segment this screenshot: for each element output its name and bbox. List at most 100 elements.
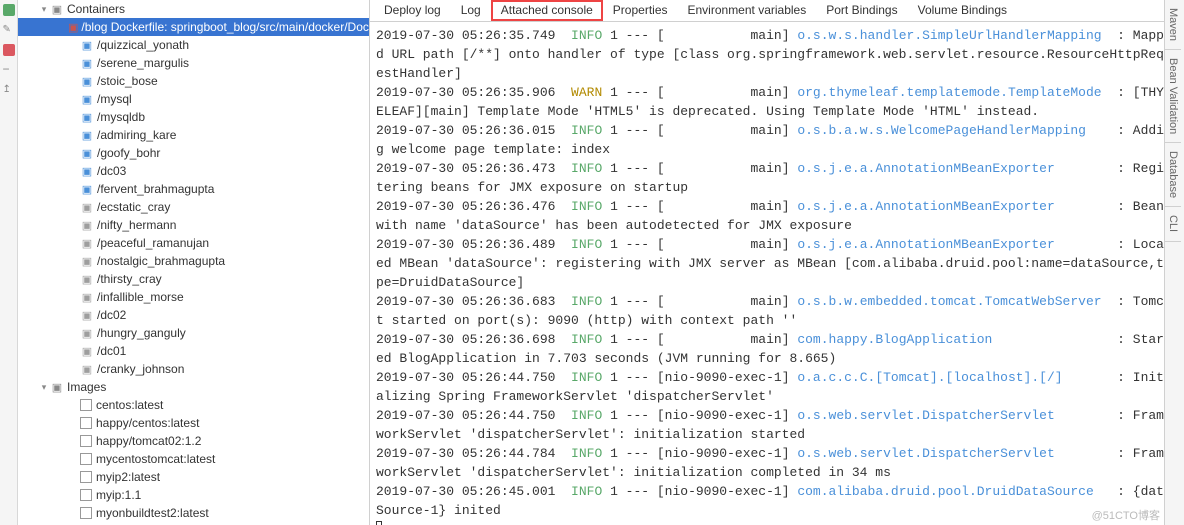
image-name: mycentostomcat:latest (96, 452, 215, 466)
up-icon[interactable]: ↥ (3, 84, 15, 96)
checkbox[interactable] (80, 417, 92, 429)
tab-deploy-log[interactable]: Deploy log (374, 0, 451, 21)
container-item[interactable]: ▣/nifty_hermann (18, 216, 369, 234)
container-icon: ▣ (80, 236, 94, 250)
container-icon: ▣ (80, 326, 94, 340)
container-item[interactable]: ▣/dc02 (18, 306, 369, 324)
image-item[interactable]: myip:1.1 (18, 486, 369, 504)
container-item[interactable]: ▣/nostalgic_brahmagupta (18, 252, 369, 270)
container-item[interactable]: ▣/cranky_johnson (18, 360, 369, 378)
container-icon: ▣ (80, 308, 94, 322)
tool-tab-maven[interactable]: Maven (1165, 0, 1181, 50)
run-icon[interactable] (3, 4, 15, 16)
container-icon: ▣ (80, 74, 94, 88)
container-item[interactable]: ▣/fervent_brahmagupta (18, 180, 369, 198)
container-item[interactable]: ▣/infallible_morse (18, 288, 369, 306)
tab-environment-variables[interactable]: Environment variables (678, 0, 817, 21)
tool-tab-database[interactable]: Database (1165, 143, 1181, 207)
container-name: /infallible_morse (97, 290, 184, 304)
image-item[interactable]: myip2:latest (18, 468, 369, 486)
image-item[interactable]: happy/centos:latest (18, 414, 369, 432)
image-name: happy/centos:latest (96, 416, 199, 430)
container-icon: ▣ (80, 56, 94, 70)
container-name: /quizzical_yonath (97, 38, 189, 52)
container-icon: ▣ (80, 182, 94, 196)
container-icon: ▣ (80, 254, 94, 268)
container-name: /stoic_bose (97, 74, 158, 88)
checkbox[interactable] (80, 399, 92, 411)
container-item[interactable]: ▣/goofy_bohr (18, 144, 369, 162)
tab-properties[interactable]: Properties (603, 0, 678, 21)
tool-tab-cli[interactable]: CLI (1165, 207, 1181, 241)
container-item[interactable]: ▣/peaceful_ramanujan (18, 234, 369, 252)
container-item[interactable]: ▣/blog Dockerfile: springboot_blog/src/m… (18, 18, 369, 36)
container-icon: ▣ (68, 20, 78, 34)
checkbox[interactable] (80, 489, 92, 501)
container-name: /fervent_brahmagupta (97, 182, 214, 196)
tab-port-bindings[interactable]: Port Bindings (816, 0, 907, 21)
container-name: /nifty_hermann (97, 218, 176, 232)
container-name: /mysql (97, 92, 132, 106)
containers-group[interactable]: ▾ ▣ Containers (18, 0, 369, 18)
checkbox[interactable] (80, 507, 92, 519)
tab-attached-console[interactable]: Attached console (491, 0, 603, 21)
images-group[interactable]: ▾ ▣ Images (18, 378, 369, 396)
image-item[interactable]: happy/tomcat02:1.2 (18, 432, 369, 450)
console-output[interactable]: 2019-07-30 05:26:35.749 INFO 1 --- [ mai… (370, 22, 1184, 525)
container-item[interactable]: ▣/dc03 (18, 162, 369, 180)
container-icon: ▣ (80, 200, 94, 214)
container-name: /dc01 (97, 344, 126, 358)
container-item[interactable]: ▣/thirsty_cray (18, 270, 369, 288)
log-line: 2019-07-30 05:26:36.489 INFO 1 --- [ mai… (376, 237, 1172, 290)
log-line: 2019-07-30 05:26:36.473 INFO 1 --- [ mai… (376, 161, 1172, 195)
checkbox[interactable] (80, 435, 92, 447)
container-icon: ▣ (80, 218, 94, 232)
log-line: 2019-07-30 05:26:35.749 INFO 1 --- [ mai… (376, 28, 1172, 81)
container-item[interactable]: ▣/dc01 (18, 342, 369, 360)
container-item[interactable]: ▣/hungry_ganguly (18, 324, 369, 342)
container-name: /ecstatic_cray (97, 200, 170, 214)
minus-icon[interactable]: − (3, 64, 15, 76)
container-name: /admiring_kare (97, 128, 176, 142)
services-tree[interactable]: ▾ ▣ Containers ▣/blog Dockerfile: spring… (18, 0, 370, 525)
image-item[interactable]: centos:latest (18, 396, 369, 414)
container-icon: ▣ (80, 164, 94, 178)
chevron-down-icon[interactable]: ▾ (38, 4, 50, 15)
container-item[interactable]: ▣/ecstatic_cray (18, 198, 369, 216)
chevron-down-icon[interactable]: ▾ (38, 382, 50, 393)
folder-icon: ▣ (50, 2, 64, 16)
image-name: myip2:latest (96, 470, 160, 484)
container-item[interactable]: ▣/quizzical_yonath (18, 36, 369, 54)
tool-tab-bean-validation[interactable]: Bean Validation (1165, 50, 1181, 143)
container-item[interactable]: ▣/serene_margulis (18, 54, 369, 72)
tab-bar: Deploy logLogAttached consolePropertiesE… (370, 0, 1184, 22)
container-icon: ▣ (80, 146, 94, 160)
watermark: @51CTO博客 (1092, 507, 1160, 523)
edit-icon[interactable]: ✎ (3, 24, 15, 36)
container-name: /hungry_ganguly (97, 326, 186, 340)
right-tool-tabs: MavenBean ValidationDatabaseCLI (1164, 0, 1184, 525)
log-line: 2019-07-30 05:26:36.698 INFO 1 --- [ mai… (376, 332, 1172, 366)
log-line: 2019-07-30 05:26:44.784 INFO 1 --- [nio-… (376, 446, 1172, 480)
container-icon: ▣ (80, 272, 94, 286)
log-line: 2019-07-30 05:26:45.001 INFO 1 --- [nio-… (376, 484, 1172, 518)
image-name: happy/tomcat02:1.2 (96, 434, 201, 448)
images-label: Images (67, 380, 106, 394)
stop-icon[interactable] (3, 44, 15, 56)
container-name: /goofy_bohr (97, 146, 160, 160)
tab-log[interactable]: Log (451, 0, 491, 21)
container-icon: ▣ (80, 110, 94, 124)
container-item[interactable]: ▣/stoic_bose (18, 72, 369, 90)
container-name: /dc02 (97, 308, 126, 322)
container-icon: ▣ (80, 92, 94, 106)
container-item[interactable]: ▣/mysqldb (18, 108, 369, 126)
image-item[interactable]: mycentostomcat:latest (18, 450, 369, 468)
checkbox[interactable] (80, 471, 92, 483)
image-item[interactable]: myonbuildtest2:latest (18, 504, 369, 522)
checkbox[interactable] (80, 453, 92, 465)
image-name: myonbuildtest2:latest (96, 506, 209, 520)
log-line: 2019-07-30 05:26:36.476 INFO 1 --- [ mai… (376, 199, 1172, 233)
container-item[interactable]: ▣/admiring_kare (18, 126, 369, 144)
tab-volume-bindings[interactable]: Volume Bindings (908, 0, 1017, 21)
container-item[interactable]: ▣/mysql (18, 90, 369, 108)
